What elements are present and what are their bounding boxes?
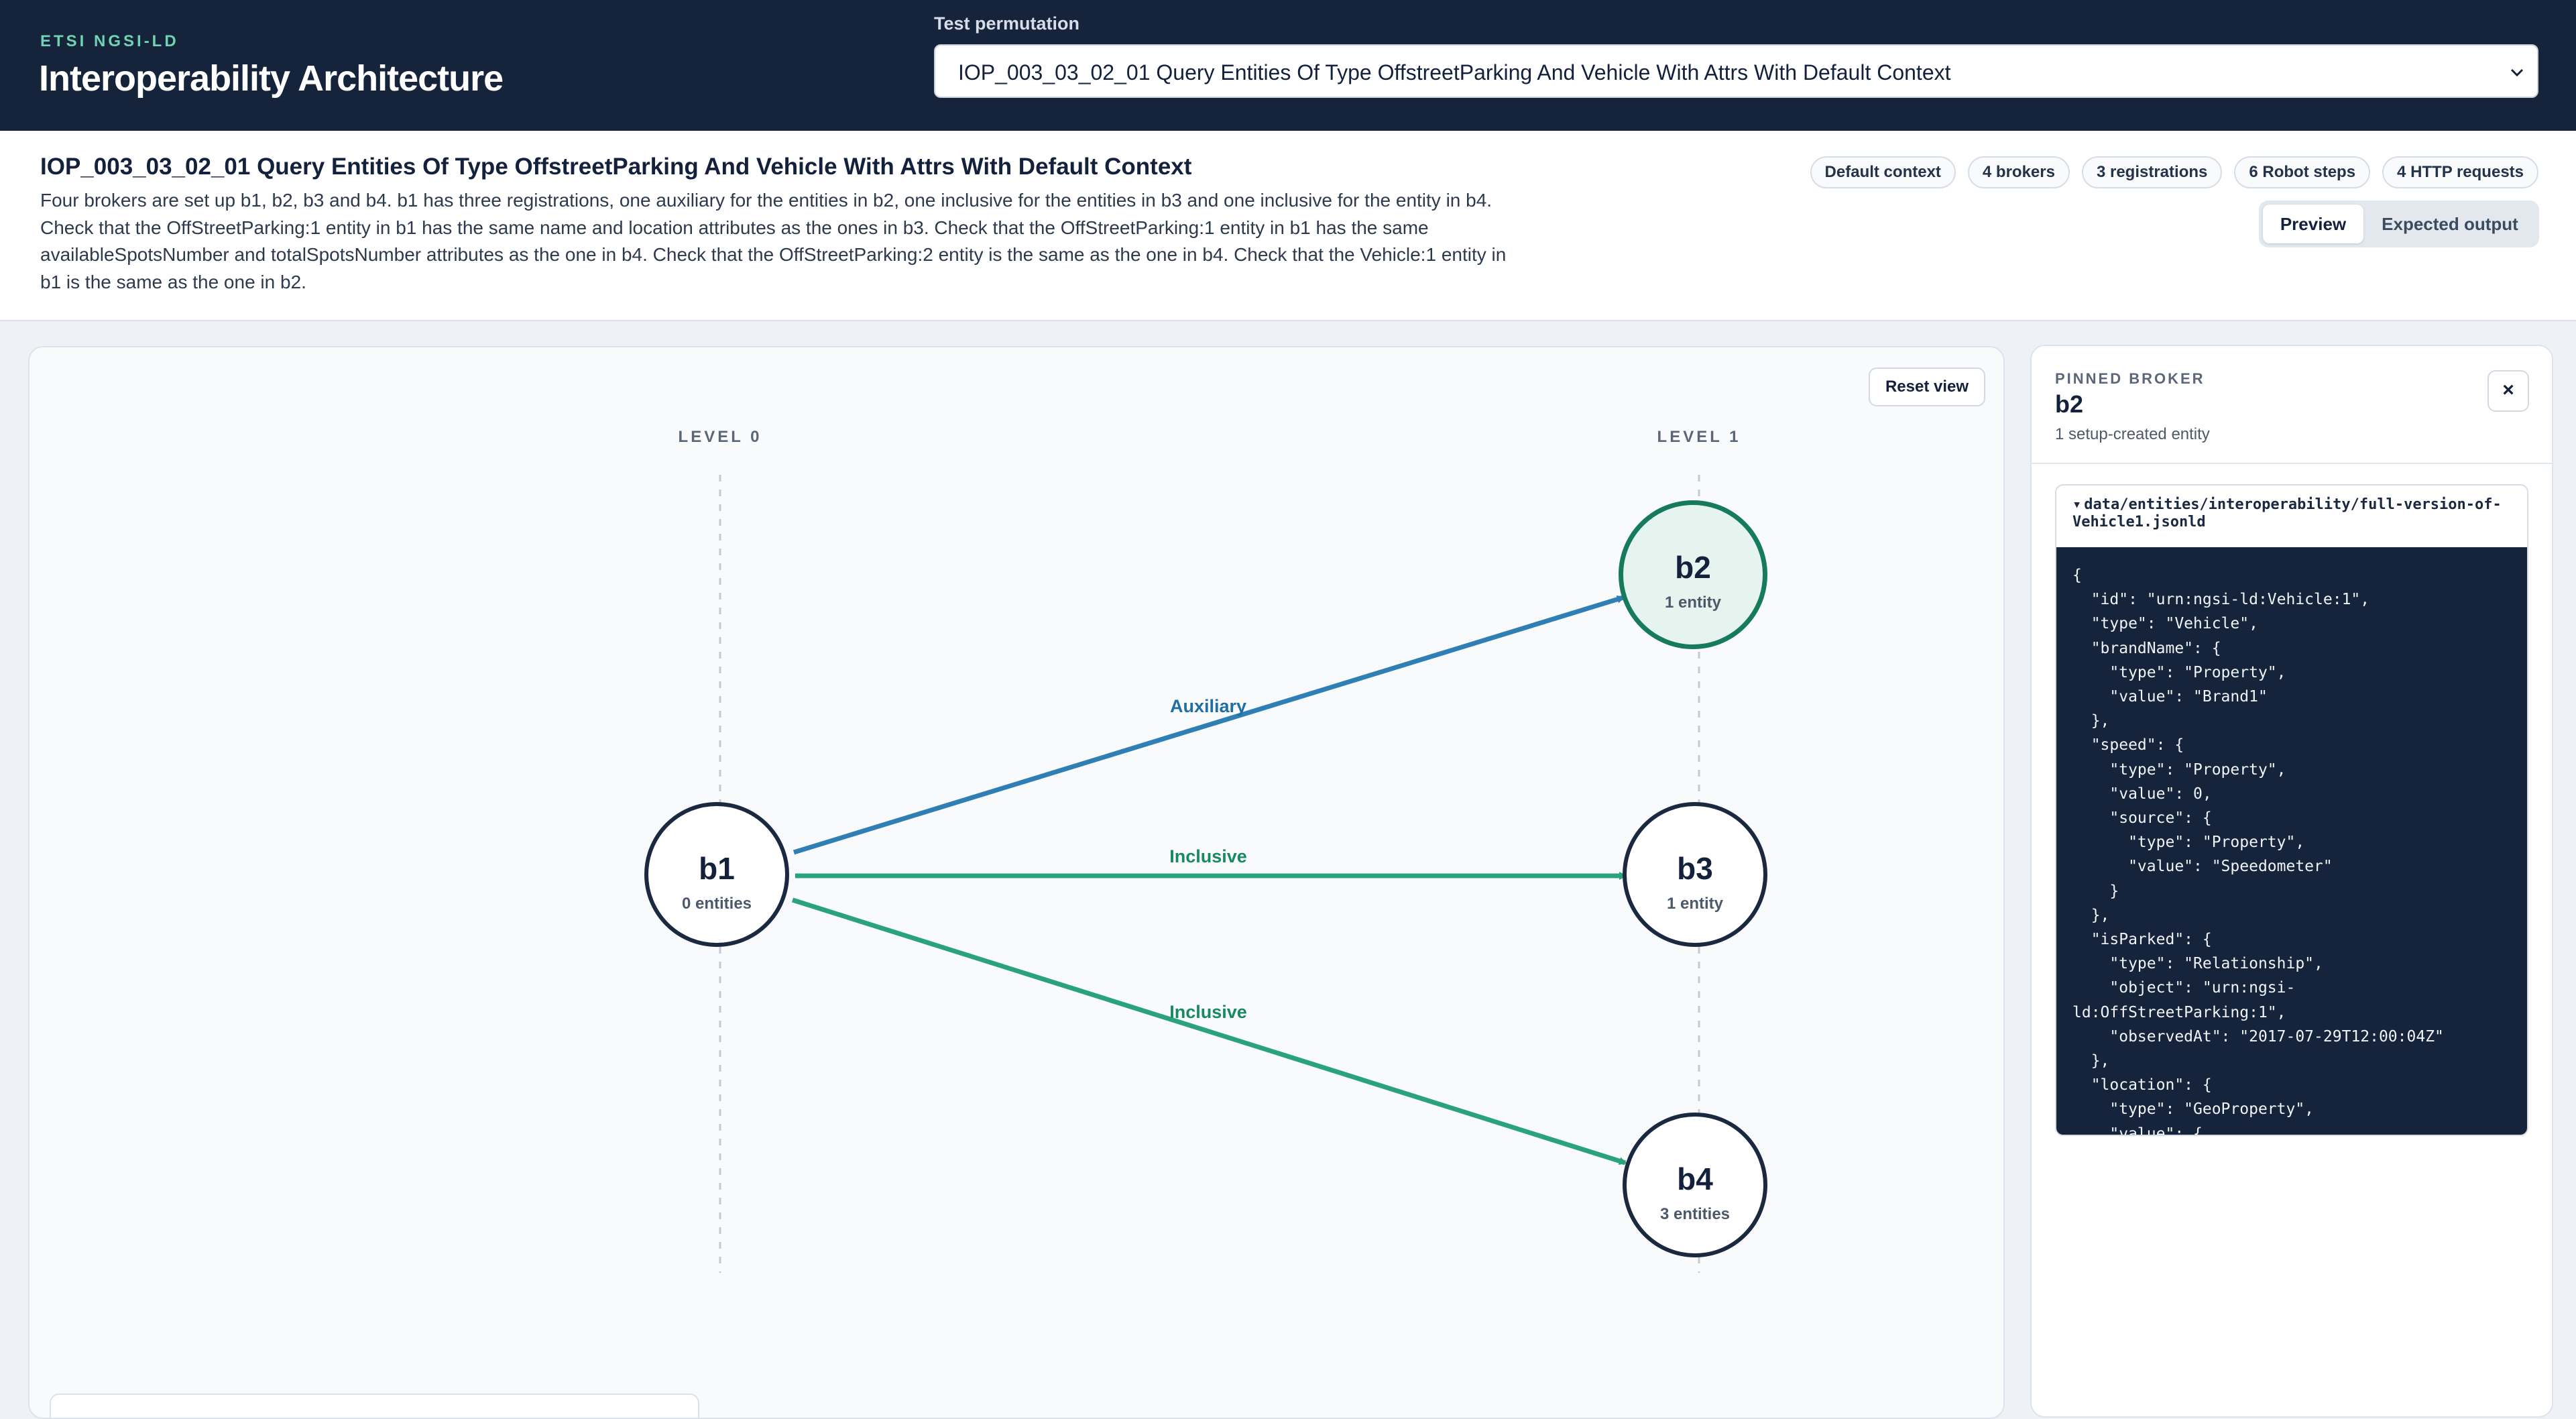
broker-entity-count: 1 entity (1666, 895, 1724, 913)
code-line: "speed": { (2072, 736, 2184, 754)
graph-minimap[interactable] (50, 1394, 699, 1418)
entity-file-card: ▾ data/entities/interoperability/full-ver… (2055, 484, 2528, 1136)
permutation-label: Test permutation (934, 13, 1080, 34)
code-line: }, (2072, 906, 2110, 924)
permutation-select-value: IOP_003_03_02_01 Query Entities Of Type … (958, 60, 1951, 84)
code-line: "value": "Brand1" (2072, 688, 2268, 706)
broker-name: b1 (699, 851, 735, 886)
permutation-info: IOP_003_03_02_01 Query Entities Of Type … (0, 131, 2576, 321)
code-line: "location": { (2072, 1076, 2212, 1094)
permutation-title: IOP_003_03_02_01 Query Entities Of Type … (40, 154, 1192, 180)
badge-registrations: 3 registrations (2081, 156, 2223, 188)
code-line: "type": "Relationship", (2072, 955, 2323, 973)
code-line: "value": "Speedometer" (2072, 858, 2333, 876)
chevron-down-icon (2510, 68, 2524, 77)
code-line: "brandName": { (2072, 639, 2221, 657)
permutation-select[interactable]: IOP_003_03_02_01 Query Entities Of Type … (934, 44, 2538, 98)
edge-b1-b2 (793, 595, 1625, 855)
broker-name: b2 (1675, 550, 1711, 585)
code-line: ld:OffStreetParking:1", (2072, 1003, 2286, 1021)
code-line: }, (2072, 1052, 2110, 1070)
broker-entity-count: 3 entities (1659, 1205, 1731, 1223)
expected-output-tab[interactable]: Expected output (2366, 205, 2534, 243)
code-line: } (2072, 882, 2119, 900)
graph-panel[interactable]: Reset view LEVEL 0 LEVEL 1 Auxiliary Inc… (28, 346, 2005, 1419)
broker-entity-count: 0 entities (681, 895, 752, 913)
app-header: ETSI NGSI-LD Interoperability Architectu… (0, 0, 2576, 131)
code-line: "id": "urn:ngsi-ld:Vehicle:1", (2072, 591, 2370, 609)
file-path: data/entities/interoperability/full-vers… (2072, 496, 2502, 530)
code-line: "isParked": { (2072, 931, 2212, 949)
pinned-broker-panel: PINNED BROKER b2 1 setup-created entity … (2030, 345, 2553, 1418)
code-line: }, (2072, 712, 2110, 730)
inspector-subtitle: 1 setup-created entity (2055, 425, 2210, 443)
app-eyebrow: ETSI NGSI-LD (40, 32, 179, 50)
code-line: "type": "Vehicle", (2072, 615, 2258, 633)
badge-brokers: 4 brokers (1967, 156, 2070, 188)
json-code-block: { "id": "urn:ngsi-ld:Vehicle:1", "type":… (2056, 547, 2527, 1135)
disclosure-triangle-icon: ▾ (2072, 496, 2082, 513)
broker-entity-count: 1 entity (1664, 593, 1722, 612)
close-icon: × (2502, 379, 2514, 401)
inspector-title: b2 (2055, 390, 2084, 418)
summary-badges: Default context 4 brokers 3 registration… (1810, 156, 2538, 188)
inspector-eyebrow: PINNED BROKER (2055, 370, 2205, 387)
code-line: "object": "urn:ngsi- (2072, 979, 2296, 997)
broker-name: b3 (1677, 851, 1713, 886)
preview-tab[interactable]: Preview (2263, 205, 2363, 243)
broker-name: b4 (1677, 1161, 1713, 1196)
close-button[interactable]: × (2487, 370, 2529, 412)
edge-label-inclusive-b4: Inclusive (1169, 1002, 1247, 1022)
badge-robot-steps: 6 Robot steps (2234, 156, 2371, 188)
code-line: "type": "Property", (2072, 834, 2305, 852)
edge-label-auxiliary: Auxiliary (1169, 696, 1247, 716)
code-line: { (2072, 567, 2082, 584)
broker-node-b3[interactable]: b3 1 entity (1623, 802, 1767, 947)
app-title: Interoperability Architecture (39, 58, 504, 99)
broker-node-b4[interactable]: b4 3 entities (1623, 1113, 1767, 1257)
code-line: "type": "GeoProperty", (2072, 1100, 2315, 1119)
code-line: "type": "Property", (2072, 760, 2286, 779)
edge-b1-b4 (791, 897, 1627, 1166)
edge-label-inclusive-b3: Inclusive (1169, 846, 1247, 866)
badge-context: Default context (1810, 156, 1956, 188)
broker-node-b1[interactable]: b1 0 entities (644, 802, 789, 947)
code-line: "source": { (2072, 809, 2212, 828)
inspector-divider (2032, 463, 2552, 464)
code-line: "observedAt": "2017-07-29T12:00:04Z" (2072, 1027, 2444, 1045)
permutation-description: Four brokers are set up b1, b2, b3 and b… (40, 190, 1507, 292)
code-line: "value": 0, (2072, 785, 2212, 803)
file-summary[interactable]: ▾ data/entities/interoperability/full-ver… (2056, 486, 2527, 547)
view-toggle: Preview Expected output (2259, 201, 2539, 247)
code-line: "value": { (2072, 1125, 2203, 1135)
broker-node-b2[interactable]: b2 1 entity (1619, 500, 1767, 649)
code-line: "type": "Property", (2072, 663, 2286, 681)
badge-http-requests: 4 HTTP requests (2382, 156, 2538, 188)
